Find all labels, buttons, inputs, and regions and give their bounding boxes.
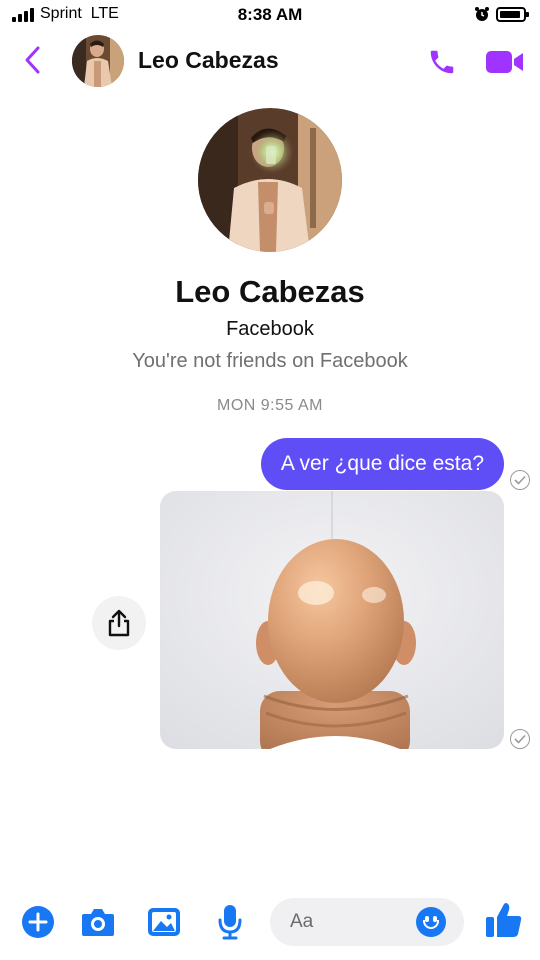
sent-message-bubble[interactable]: A ver ¿que dice esta? [260,438,504,490]
battery-icon [496,7,529,22]
gallery-icon [148,908,180,936]
profile-avatar[interactable] [198,108,342,252]
plus-icon [22,906,54,938]
more-actions-button[interactable] [20,904,56,940]
profile-photo [198,108,342,252]
avatar-photo [72,35,124,87]
share-button[interactable] [92,596,146,650]
message-input[interactable] [290,898,420,946]
profile-source: Facebook [226,318,314,340]
gallery-button[interactable] [146,904,182,940]
message-timestamp: MON 9:55 AM [217,397,323,414]
back-button[interactable] [18,42,48,78]
status-bar: Sprint LTE 8:38 AM [0,0,540,30]
sent-check-icon [510,470,530,490]
chevron-left-icon [25,46,40,74]
profile-name: Leo Cabezas [175,274,365,309]
status-time: 8:38 AM [237,5,303,24]
sent-image-message[interactable] [160,491,504,749]
conversation-header: Leo Cabezas [0,30,540,92]
friend-status: You're not friends on Facebook [132,350,408,372]
like-button[interactable] [484,900,524,940]
camera-button[interactable] [80,904,116,940]
phone-icon [430,50,454,74]
microphone-icon [218,905,242,940]
alarm-icon [475,7,489,21]
contact-name[interactable]: Leo Cabezas [138,47,279,74]
camera-icon [82,909,114,936]
message-composer [0,890,540,960]
contact-avatar[interactable] [72,35,124,87]
video-camera-icon [486,51,523,73]
share-icon [108,609,130,637]
message-input-box[interactable] [270,898,464,946]
bald-head-photo [160,491,504,749]
voice-button[interactable] [212,904,248,940]
call-button[interactable] [424,44,460,80]
sent-check-icon [510,729,530,749]
emoji-icon[interactable] [416,907,446,937]
thumbs-up-icon [486,903,522,937]
video-call-button[interactable] [484,44,526,80]
